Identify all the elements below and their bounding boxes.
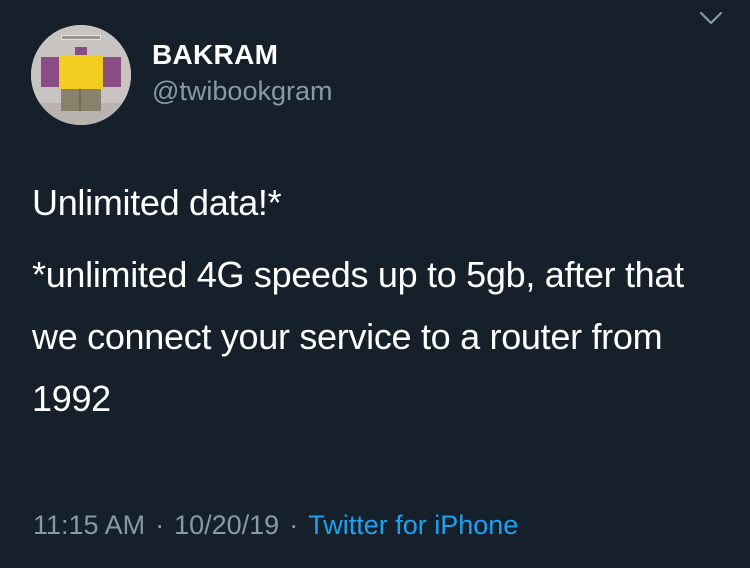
- display-name[interactable]: BAKRAM: [152, 38, 332, 72]
- meta-separator: ·: [155, 510, 165, 540]
- tweet-source-link[interactable]: Twitter for iPhone: [308, 510, 518, 540]
- tweet-date: 10/20/19: [174, 510, 280, 540]
- tweet-time: 11:15 AM: [33, 510, 146, 540]
- tweet-text-line1: Unlimited data!*: [32, 182, 282, 223]
- tweet-text-line2: *unlimited 4G speeds up to 5gb, after th…: [32, 254, 684, 419]
- tweet-meta: 11:15 AM · 10/20/19 · Twitter for iPhone: [33, 508, 518, 542]
- avatar[interactable]: [31, 25, 131, 125]
- chevron-down-icon[interactable]: [698, 8, 724, 28]
- user-handle[interactable]: @twibookgram: [152, 74, 332, 108]
- user-names: BAKRAM @twibookgram: [152, 38, 332, 108]
- tweet-body: Unlimited data!* *unlimited 4G speeds up…: [32, 172, 722, 430]
- meta-separator: ·: [289, 510, 299, 540]
